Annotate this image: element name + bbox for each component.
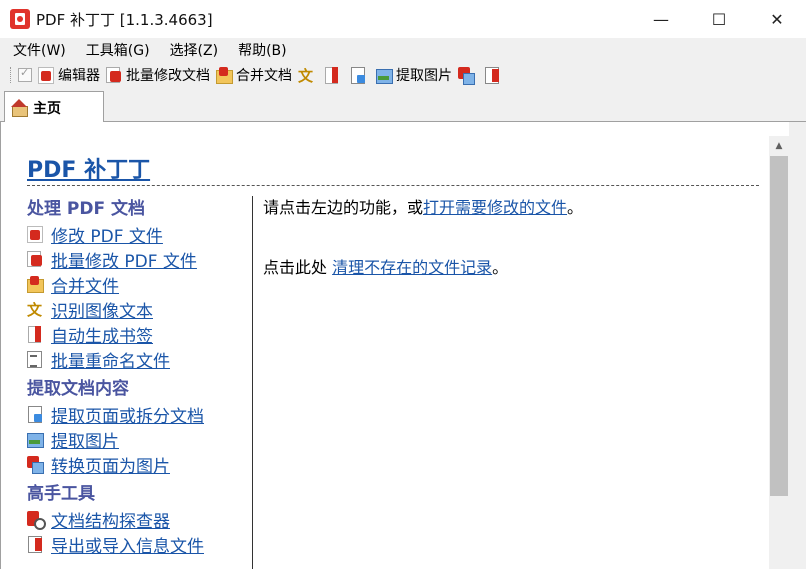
instruction-line: 点击此处 清理不存在的文件记录。 <box>263 256 753 280</box>
pdf-icon <box>38 66 54 84</box>
link-label[interactable]: 提取页面或拆分文档 <box>51 402 204 427</box>
link-label[interactable]: 修改 PDF 文件 <box>51 222 163 247</box>
pdf-icon <box>27 226 43 243</box>
extract-pages-icon <box>27 406 43 423</box>
section-title: 高手工具 <box>27 484 95 504</box>
link-label[interactable]: 批量修改 PDF 文件 <box>51 247 197 272</box>
app-logo-icon <box>10 9 30 29</box>
extract-pages-icon <box>350 66 366 84</box>
tab-home[interactable]: 主页 <box>4 91 104 123</box>
link-label[interactable]: 提取图片 <box>51 427 119 452</box>
tab-strip: 主页 <box>0 88 806 123</box>
menu-select[interactable]: 选择(Z) <box>163 40 226 60</box>
section-title: 处理 PDF 文档 <box>27 199 146 219</box>
link-merge[interactable]: 合并文件 <box>27 272 251 297</box>
toolbar-grip[interactable] <box>10 67 14 83</box>
merge-label: 合并文档 <box>236 68 292 84</box>
section-title: 提取文档内容 <box>27 379 129 399</box>
maximize-button[interactable]: ☐ <box>690 0 748 38</box>
link-inspector[interactable]: 文档结构探查器 <box>27 507 251 532</box>
menu-file[interactable]: 文件(W) <box>6 40 73 60</box>
rename-icon <box>27 351 43 368</box>
punctuation: 。 <box>492 258 509 277</box>
link-export-import[interactable]: 导出或导入信息文件 <box>27 532 251 557</box>
link-label[interactable]: 文档结构探查器 <box>51 507 170 532</box>
link-rename[interactable]: 批量重命名文件 <box>27 347 251 372</box>
link-label[interactable]: 转换页面为图片 <box>51 452 170 477</box>
home-icon <box>11 99 28 117</box>
link-label[interactable]: 批量重命名文件 <box>51 347 170 372</box>
instruction-line: 请点击左边的功能，或打开需要修改的文件。 <box>263 196 753 220</box>
batch-icon <box>27 251 43 268</box>
merge-button[interactable]: 合并文档 <box>216 65 292 85</box>
scroll-thumb[interactable] <box>770 156 788 496</box>
punctuation: 。 <box>567 198 584 217</box>
instruction-text: 点击此处 <box>263 258 333 277</box>
batch-icon <box>106 66 122 84</box>
merge-icon <box>27 276 44 293</box>
function-list: 处理 PDF 文档 修改 PDF 文件 批量修改 PDF 文件 合并文件 识别图… <box>27 196 251 569</box>
column-divider <box>252 196 253 569</box>
scroll-up-icon[interactable]: ▲ <box>769 138 789 154</box>
editor-label: 编辑器 <box>58 68 100 84</box>
bookmark-icon <box>27 326 43 343</box>
editor-button[interactable]: 编辑器 <box>38 65 100 85</box>
page-title[interactable]: PDF 补丁丁 <box>27 152 150 184</box>
menu-help[interactable]: 帮助(B) <box>231 40 294 60</box>
image-icon <box>376 67 393 84</box>
convert-button[interactable] <box>458 66 478 85</box>
ocr-icon <box>27 299 43 320</box>
export-icon <box>27 536 43 553</box>
link-batch-edit[interactable]: 批量修改 PDF 文件 <box>27 247 251 272</box>
content-area: PDF 补丁丁 处理 PDF 文档 修改 PDF 文件 批量修改 PDF 文件 … <box>0 122 806 569</box>
link-extract-pages[interactable]: 提取页面或拆分文档 <box>27 402 251 427</box>
ocr-icon <box>298 65 314 86</box>
image-icon <box>27 431 44 448</box>
window-controls: — ☐ ✕ <box>632 0 806 38</box>
link-convert[interactable]: 转换页面为图片 <box>27 452 251 477</box>
export-icon <box>484 66 500 84</box>
export-button[interactable] <box>484 66 504 84</box>
link-ocr[interactable]: 识别图像文本 <box>27 297 251 322</box>
minimize-button[interactable]: — <box>632 0 690 38</box>
merge-icon <box>216 66 233 84</box>
link-edit-pdf[interactable]: 修改 PDF 文件 <box>27 222 251 247</box>
tab-home-label: 主页 <box>33 100 61 117</box>
window-edge <box>789 122 806 569</box>
link-label[interactable]: 自动生成书签 <box>51 322 153 347</box>
home-page: PDF 补丁丁 处理 PDF 文档 修改 PDF 文件 批量修改 PDF 文件 … <box>19 136 769 569</box>
link-label[interactable]: 识别图像文本 <box>51 297 153 322</box>
window-title: PDF 补丁丁 [1.1.3.4663] <box>36 10 213 29</box>
link-extract-images[interactable]: 提取图片 <box>27 427 251 452</box>
extract-images-button[interactable]: 提取图片 <box>376 65 452 85</box>
link-label[interactable]: 合并文件 <box>51 272 119 297</box>
close-button[interactable]: ✕ <box>748 0 806 38</box>
link-bookmark[interactable]: 自动生成书签 <box>27 322 251 347</box>
instruction-text: 请点击左边的功能，或 <box>263 198 424 217</box>
convert-icon <box>27 456 44 474</box>
title-divider <box>27 185 759 186</box>
link-label[interactable]: 导出或导入信息文件 <box>51 532 204 557</box>
menu-tools[interactable]: 工具箱(G) <box>79 40 157 60</box>
vertical-scrollbar[interactable]: ▲ <box>769 136 789 569</box>
bookmark-icon <box>324 66 340 84</box>
extract-images-label: 提取图片 <box>396 68 452 84</box>
extract-pages-button[interactable] <box>350 66 370 84</box>
checkbox-icon[interactable] <box>18 66 32 82</box>
clean-records-link[interactable]: 清理不存在的文件记录 <box>332 258 492 277</box>
title-bar: PDF 补丁丁 [1.1.3.4663] — ☐ ✕ <box>0 0 806 38</box>
ocr-button[interactable] <box>298 65 318 86</box>
batch-edit-button[interactable]: 批量修改文档 <box>106 65 210 85</box>
inspect-icon <box>27 511 46 530</box>
batch-edit-label: 批量修改文档 <box>126 68 210 84</box>
open-file-link[interactable]: 打开需要修改的文件 <box>423 198 567 217</box>
bookmark-button[interactable] <box>324 66 344 84</box>
menu-bar: 文件(W) 工具箱(G) 选择(Z) 帮助(B) <box>0 38 806 62</box>
toolbar: 编辑器 批量修改文档 合并文档 提取图片 <box>0 62 806 88</box>
convert-icon <box>458 66 475 85</box>
main-instructions: 请点击左边的功能，或打开需要修改的文件。 点击此处 清理不存在的文件记录。 <box>263 196 753 280</box>
